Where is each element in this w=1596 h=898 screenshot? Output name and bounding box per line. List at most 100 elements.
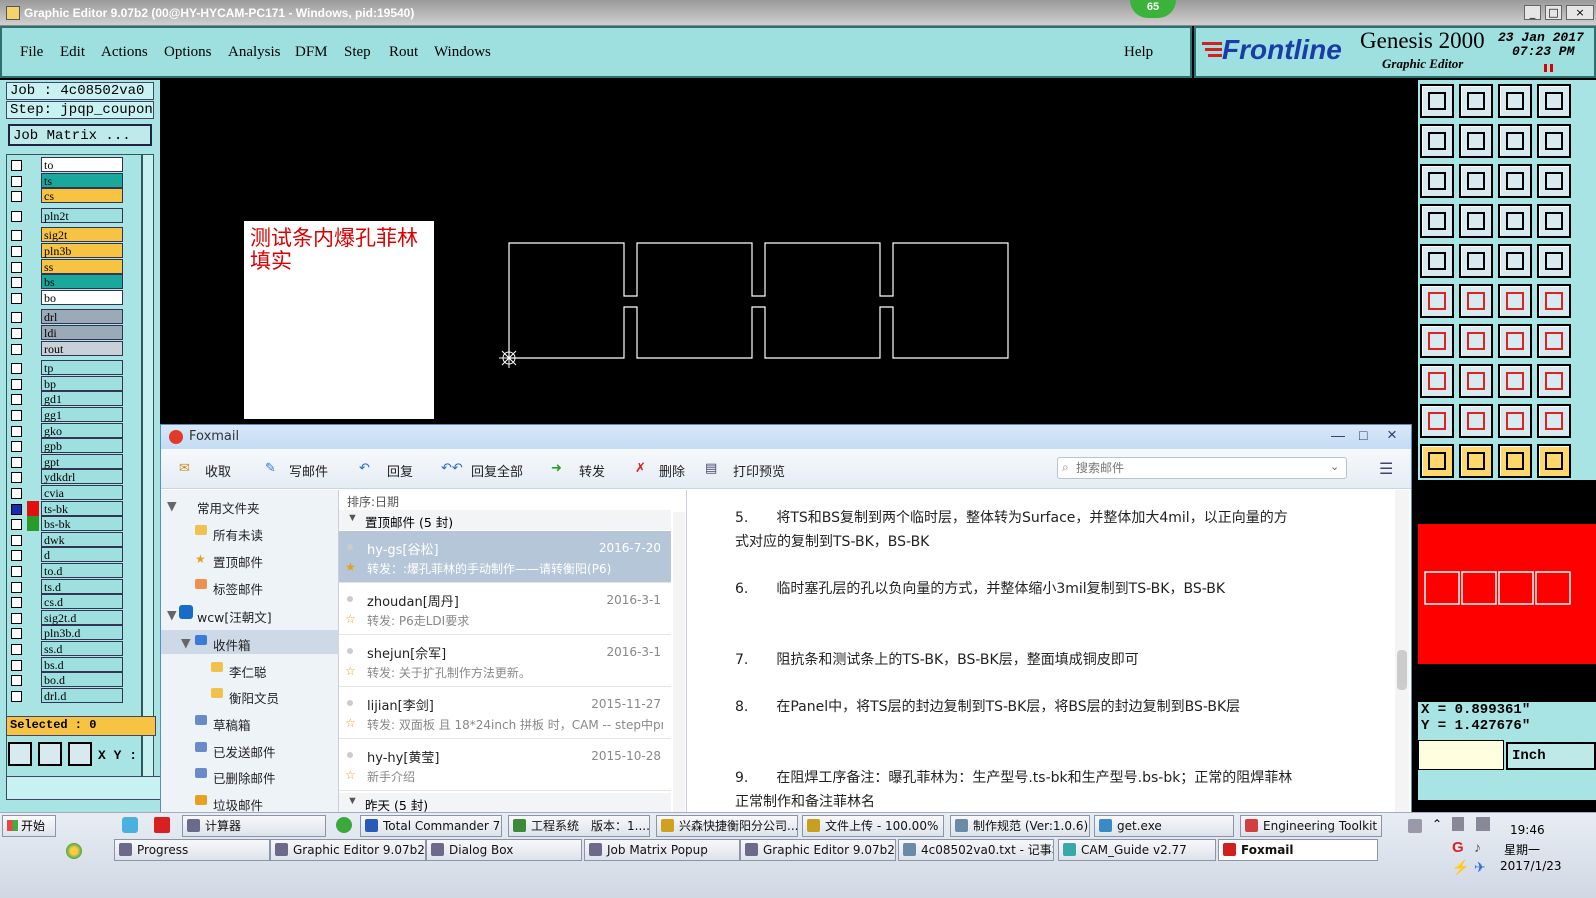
- layer-name[interactable]: ts: [41, 172, 123, 188]
- copy-icon[interactable]: [1537, 364, 1571, 398]
- menu-icon[interactable]: ☰: [1379, 459, 1393, 479]
- taskbar-button[interactable]: Job Matrix Popup: [584, 839, 740, 861]
- pointer-icon[interactable]: [1420, 444, 1454, 478]
- layer-checkbox[interactable]: [11, 488, 22, 499]
- triangle-icon[interactable]: [1420, 404, 1454, 438]
- compose-button[interactable]: 写邮件: [289, 461, 328, 480]
- arc-icon[interactable]: [1537, 284, 1571, 318]
- layer-name[interactable]: pln3b: [41, 243, 123, 258]
- pdf-icon[interactable]: [154, 817, 170, 833]
- taskbar-button[interactable]: Foxmail: [1218, 839, 1378, 861]
- layer-row-bs[interactable]: bs: [11, 274, 125, 290]
- layer-row-ts[interactable]: ts: [11, 172, 125, 189]
- folder-inbox[interactable]: 收件箱: [213, 635, 251, 654]
- reply-button[interactable]: 回复: [387, 461, 413, 480]
- layer-checkbox[interactable]: [11, 581, 22, 593]
- layer-checkbox[interactable]: [11, 246, 22, 257]
- layer-name[interactable]: bo: [41, 289, 123, 305]
- layer-row-gg1[interactable]: gg1: [11, 407, 125, 423]
- menu-analysis[interactable]: Analysis: [228, 44, 281, 61]
- layer-row-pln3b.d[interactable]: pln3b.d: [11, 625, 125, 641]
- receive-button[interactable]: 收取: [205, 461, 231, 480]
- text-alt-icon[interactable]: [1537, 404, 1571, 438]
- flip-icon[interactable]: [1498, 124, 1532, 158]
- connect-icon[interactable]: [1420, 284, 1454, 318]
- print-preview-button[interactable]: 打印预览: [733, 461, 785, 480]
- reading-scrollbar[interactable]: [1395, 490, 1409, 815]
- layer-row-to[interactable]: to: [11, 157, 125, 173]
- fx-close-button[interactable]: ×: [1387, 425, 1397, 445]
- layer-checkbox[interactable]: [11, 312, 22, 324]
- menu-edit[interactable]: Edit: [60, 44, 85, 61]
- measure-icon[interactable]: [38, 742, 62, 766]
- grid-icon[interactable]: [68, 742, 92, 766]
- volume-icon[interactable]: ♪: [1474, 839, 1481, 855]
- folder-tagged[interactable]: 标签邮件: [213, 579, 263, 598]
- layer-down-icon[interactable]: [1459, 84, 1493, 118]
- layer-name[interactable]: to: [41, 157, 123, 172]
- layer-name[interactable]: ss.d: [41, 641, 123, 656]
- menu-rout[interactable]: Rout: [389, 44, 418, 61]
- layer-checkbox[interactable]: [11, 261, 22, 273]
- folder-deleted[interactable]: 已删除邮件: [213, 768, 276, 787]
- layer-checkbox[interactable]: [11, 394, 22, 406]
- layer-checkbox[interactable]: [11, 175, 22, 187]
- move-right-icon[interactable]: [1459, 124, 1493, 158]
- layer-name[interactable]: bo.d: [41, 672, 123, 688]
- layer-name[interactable]: pln2t: [41, 207, 123, 223]
- layer-row-gko[interactable]: gko: [11, 422, 125, 439]
- tray-icon[interactable]: [1452, 817, 1464, 831]
- layer-name[interactable]: to.d: [41, 563, 123, 578]
- units-dropdown[interactable]: Inch: [1506, 742, 1596, 770]
- search-options-icon[interactable]: ⌄: [1330, 460, 1339, 473]
- group-yesterday-header[interactable]: ▼ 昨天 (5 封): [339, 793, 671, 813]
- layer-row-rout[interactable]: rout: [11, 340, 125, 357]
- taskbar-button[interactable]: 文件上传 - 100.00%: [802, 815, 944, 837]
- layer-name[interactable]: gd1: [41, 391, 123, 407]
- layer-name[interactable]: ss: [41, 258, 123, 274]
- layer-row-cvia[interactable]: cvia: [11, 485, 125, 501]
- layer-row-dwk[interactable]: dwk: [11, 531, 125, 548]
- dot-icon[interactable]: [1537, 244, 1571, 278]
- layer-row-cs.d[interactable]: cs.d: [11, 594, 125, 610]
- route-icon[interactable]: [1537, 444, 1571, 478]
- taskbar-button[interactable]: Graphic Editor 9.07b2 (0...: [740, 839, 896, 861]
- maximize-button[interactable]: □: [1545, 5, 1562, 20]
- layer-checkbox[interactable]: [11, 328, 22, 339]
- snap-icon[interactable]: [8, 742, 32, 766]
- refresh-icon[interactable]: [336, 817, 352, 833]
- folder-common[interactable]: 常用文件夹: [197, 498, 260, 517]
- layer-name[interactable]: drl: [41, 309, 123, 325]
- select-tool-icon[interactable]: [1420, 204, 1454, 238]
- layer-name[interactable]: bs.d: [41, 656, 123, 672]
- layer-row-pln3b[interactable]: pln3b: [11, 243, 125, 259]
- message-row[interactable]: hy-hy[黄莹] 2015-10-28 ☆ 新手介绍: [339, 739, 671, 791]
- layer-checkbox[interactable]: [11, 690, 22, 702]
- layer-row-cs[interactable]: cs: [11, 188, 125, 204]
- folder-sent[interactable]: 已发送邮件: [213, 742, 276, 761]
- home-icon[interactable]: [1498, 84, 1532, 118]
- layer-checkbox[interactable]: [11, 534, 22, 546]
- pointer-select-icon[interactable]: [1498, 444, 1532, 478]
- taskbar-button[interactable]: Engineering Toolkit 9....: [1240, 815, 1382, 837]
- message-row[interactable]: zhoudan[周丹] 2016-3-1 ☆ 转发: P6走LDI要求: [339, 583, 671, 635]
- layer-checkbox[interactable]: [11, 378, 22, 390]
- layer-name[interactable]: cvia: [41, 485, 123, 500]
- taskbar-button[interactable]: get.exe: [1094, 815, 1234, 837]
- pointer-alt-icon[interactable]: [1459, 444, 1493, 478]
- layer-row-bs-bk[interactable]: bs-bk: [11, 516, 125, 532]
- layer-row-bo[interactable]: bo: [11, 289, 125, 306]
- layer-row-drl.d[interactable]: drl.d: [11, 687, 125, 704]
- layer-checkbox[interactable]: [11, 191, 22, 203]
- layer-checkbox[interactable]: [11, 472, 22, 484]
- layer-checkbox[interactable]: [11, 456, 22, 468]
- layer-checkbox[interactable]: [11, 410, 22, 421]
- command-field[interactable]: [1418, 740, 1504, 770]
- layer-name[interactable]: d: [41, 547, 123, 563]
- taskbar-button[interactable]: 兴森快捷衡阳分公司...: [656, 815, 798, 837]
- layer-row-ss[interactable]: ss: [11, 258, 125, 275]
- account-wcw[interactable]: wcw[汪朝文]: [197, 607, 272, 626]
- layer-checkbox[interactable]: [11, 644, 22, 655]
- tray-up-icon[interactable]: ⌃: [1432, 817, 1442, 831]
- pad-icon[interactable]: [1420, 244, 1454, 278]
